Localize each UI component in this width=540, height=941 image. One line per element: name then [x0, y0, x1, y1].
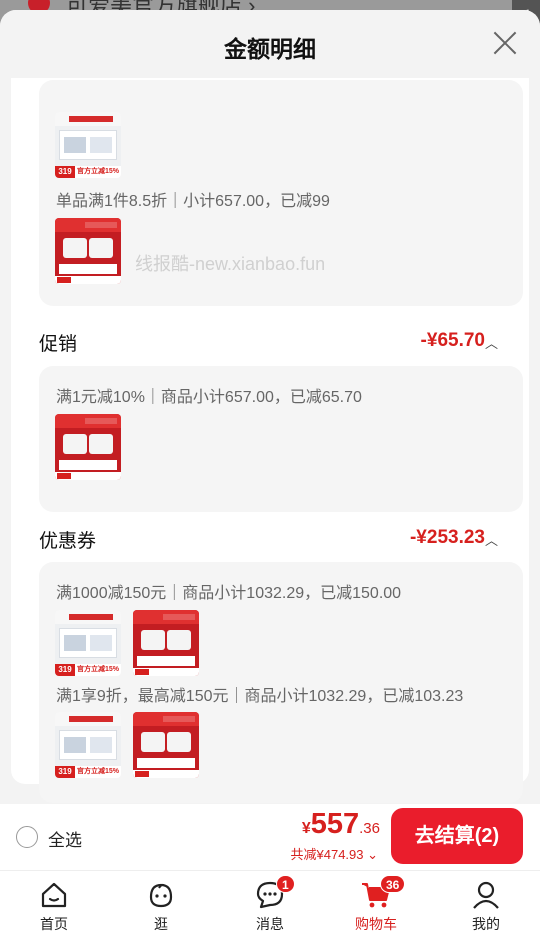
- product-thumb[interactable]: 319 官方立减15%: [55, 712, 121, 778]
- single-discount-rule: 单品满1件8.5折｜小计657.00，已减99: [56, 193, 330, 210]
- coupon-amount: -¥253.23: [409, 527, 485, 548]
- amount-detail-sheet: 金额明细 319 官方立减15% 单品满1件8.5折｜小计657.00，已减99…: [0, 10, 540, 805]
- home-icon: [41, 882, 67, 908]
- total-price: ¥557.36: [302, 808, 380, 841]
- tab-home[interactable]: 首页: [24, 879, 84, 934]
- saved-amount-toggle[interactable]: 共减¥474.93 ⌄: [291, 844, 379, 863]
- tab-label: 购物车: [355, 916, 397, 932]
- tab-label: 逛: [154, 916, 168, 932]
- tab-label: 我的: [472, 916, 500, 932]
- checkout-button[interactable]: 去结算(2): [391, 808, 523, 864]
- promotion-label: 促销: [39, 334, 78, 355]
- detail-card: 319 官方立减15% 单品满1件8.5折｜小计657.00，已减99 线报酷-…: [11, 50, 529, 803]
- sheet-title: 金额明细: [224, 36, 316, 62]
- chevron-up-icon[interactable]: ︿: [485, 530, 498, 549]
- total-integer: 557: [310, 808, 360, 840]
- tab-stroll[interactable]: 逛: [131, 879, 191, 934]
- promotion-amount: -¥65.70: [420, 330, 485, 351]
- profile-icon: [473, 881, 499, 909]
- tab-label: 首页: [40, 916, 68, 932]
- sheet-header: 金额明细: [0, 10, 540, 78]
- promotion-rule: 满1元减10%｜商品小计657.00，已减65.70: [56, 389, 362, 406]
- close-icon[interactable]: [492, 30, 518, 56]
- tab-profile[interactable]: 我的: [456, 879, 516, 934]
- select-all-radio[interactable]: [16, 826, 38, 848]
- product-thumb[interactable]: 319 官方立减15%: [55, 112, 121, 178]
- product-thumb[interactable]: [133, 610, 199, 676]
- thumb-promo: 官方立减15%: [75, 166, 121, 178]
- message-badge: 1: [276, 875, 295, 893]
- tab-cart[interactable]: 36 购物车: [346, 875, 406, 934]
- coupon-rule-2: 满1享9折，最高减150元｜商品小计1032.29，已减103.23: [56, 688, 464, 705]
- cart-badge: 36: [380, 875, 406, 893]
- thumb-promo: 官方立减15%: [75, 664, 121, 676]
- currency-symbol: ¥: [301, 820, 311, 837]
- watermark: 线报酷-new.xianbao.fun: [135, 254, 326, 274]
- thumb-price: 319: [55, 766, 75, 778]
- thumb-price: 319: [55, 166, 75, 178]
- chevron-up-icon[interactable]: ︿: [485, 333, 498, 352]
- tab-messages[interactable]: 1 消息: [240, 875, 300, 934]
- coupon-rule-1: 满1000减150元｜商品小计1032.29，已减150.00: [56, 585, 402, 602]
- product-thumb[interactable]: [133, 712, 199, 778]
- product-thumb[interactable]: 319 官方立减15%: [55, 610, 121, 676]
- total-decimal: .36: [359, 820, 380, 837]
- coupon-label: 优惠券: [39, 531, 97, 552]
- thumb-price: 319: [55, 664, 75, 676]
- product-thumb[interactable]: [55, 414, 121, 480]
- tab-label: 消息: [256, 916, 284, 932]
- bottom-tab-bar: 首页 逛 1 消息 36 购物车 我的: [0, 870, 540, 941]
- product-thumb[interactable]: [55, 218, 121, 284]
- stroll-face-icon: [149, 883, 173, 908]
- thumb-promo: 官方立减15%: [75, 766, 121, 778]
- checkout-bar: 全选 ¥557.36 共减¥474.93 ⌄ 去结算(2): [0, 804, 540, 870]
- select-all-label[interactable]: 全选: [48, 826, 82, 851]
